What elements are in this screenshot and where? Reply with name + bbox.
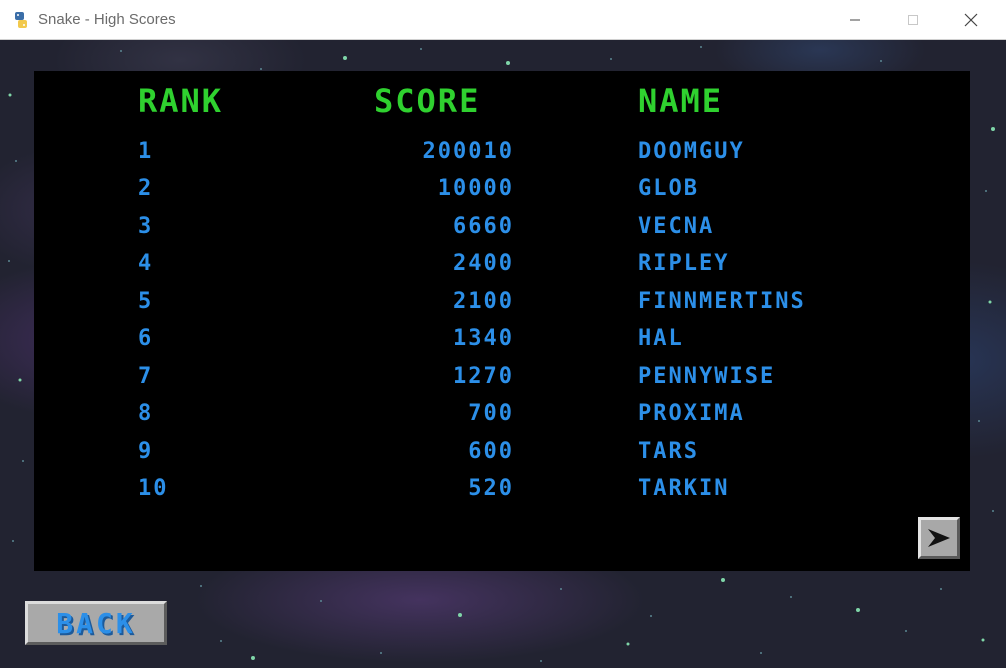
title-bar: Snake - High Scores — [0, 0, 1006, 40]
back-button[interactable]: BACK — [25, 601, 167, 645]
minimize-button[interactable] — [832, 0, 878, 40]
maximize-icon — [908, 15, 918, 25]
score-cell: 1270 — [453, 364, 514, 389]
score-cell: 6660 — [453, 214, 514, 239]
rank-cell: 5 — [138, 289, 154, 314]
score-cell: 2400 — [453, 251, 514, 276]
name-cell: FINNMERTINS — [638, 289, 806, 314]
high-score-table: RANK SCORE NAME 1 200010 DOOMGUY 2 10000… — [34, 71, 970, 571]
table-row: 6 1340 HAL — [34, 326, 970, 352]
table-row: 7 1270 PENNYWISE — [34, 364, 970, 390]
name-cell: TARS — [638, 439, 699, 464]
name-header: NAME — [638, 82, 724, 120]
rank-cell: 1 — [138, 139, 154, 164]
rank-cell: 4 — [138, 251, 154, 276]
score-cell: 2100 — [453, 289, 514, 314]
back-button-label: BACK — [56, 606, 136, 640]
table-row: 9 600 TARS — [34, 439, 970, 465]
score-cell: 10000 — [437, 176, 514, 201]
window-title: Snake - High Scores — [38, 11, 176, 28]
rank-cell: 6 — [138, 326, 154, 351]
minimize-icon — [850, 19, 860, 21]
name-cell: PENNYWISE — [638, 364, 776, 389]
rank-header: RANK — [138, 82, 224, 120]
score-cell: 1340 — [453, 326, 514, 351]
table-row: 10 520 TARKIN — [34, 476, 970, 502]
name-cell: GLOB — [638, 176, 699, 201]
rank-cell: 10 — [138, 476, 169, 501]
game-screen: RANK SCORE NAME 1 200010 DOOMGUY 2 10000… — [0, 40, 1006, 668]
name-cell: RIPLEY — [638, 251, 730, 276]
name-cell: PROXIMA — [638, 401, 745, 426]
arrow-right-icon — [928, 529, 950, 547]
name-cell: HAL — [638, 326, 684, 351]
score-cell: 600 — [468, 439, 514, 464]
table-row: 8 700 PROXIMA — [34, 401, 970, 427]
rank-cell: 3 — [138, 214, 154, 239]
python-icon — [15, 12, 27, 28]
rank-cell: 2 — [138, 176, 154, 201]
score-cell: 700 — [468, 401, 514, 426]
table-row: 1 200010 DOOMGUY — [34, 139, 970, 165]
close-icon — [964, 13, 978, 27]
next-page-button[interactable] — [918, 517, 960, 559]
name-cell: TARKIN — [638, 476, 730, 501]
name-cell: DOOMGUY — [638, 139, 745, 164]
close-button[interactable] — [948, 0, 994, 40]
table-row: 5 2100 FINNMERTINS — [34, 289, 970, 315]
name-cell: VECNA — [638, 214, 715, 239]
maximize-button[interactable] — [890, 0, 936, 40]
table-row: 2 10000 GLOB — [34, 176, 970, 202]
rank-cell: 8 — [138, 401, 154, 426]
score-header: SCORE — [374, 82, 481, 120]
table-row: 4 2400 RIPLEY — [34, 251, 970, 277]
score-cell: 200010 — [422, 139, 514, 164]
rank-cell: 9 — [138, 439, 154, 464]
rank-cell: 7 — [138, 364, 154, 389]
score-cell: 520 — [468, 476, 514, 501]
table-row: 3 6660 VECNA — [34, 214, 970, 240]
